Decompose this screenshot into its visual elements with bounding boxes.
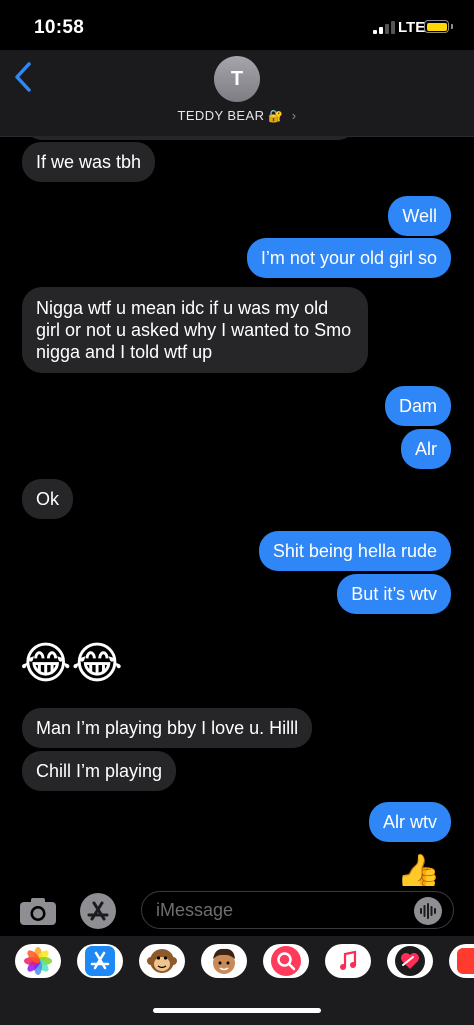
message-bubble-outgoing[interactable]: Alr wtv xyxy=(369,802,451,842)
message-bubble-incoming[interactable]: If we was tbh xyxy=(22,142,156,182)
partial-message-bubble xyxy=(24,136,356,140)
digital-touch-icon xyxy=(395,946,425,976)
battery-icon xyxy=(424,20,453,33)
audio-message-button[interactable] xyxy=(414,897,442,925)
status-time: 10:58 xyxy=(34,17,85,38)
message-bubble-incoming[interactable]: Man I’m playing bby I love u. Hilll xyxy=(22,708,313,748)
message-bubble-outgoing[interactable]: But it’s wtv xyxy=(337,574,451,614)
camera-icon xyxy=(20,898,56,925)
monkey-animoji-icon xyxy=(147,949,177,973)
message-bubble-outgoing[interactable]: Well xyxy=(388,196,451,236)
more-app-icon xyxy=(457,948,474,974)
music-icon xyxy=(333,946,363,976)
images-search-icon xyxy=(271,946,301,976)
message-bubble-outgoing[interactable]: Dam xyxy=(384,386,451,426)
conversation-header: T TEDDY BEAR 🔐 › xyxy=(0,50,474,137)
message-bubble-incoming[interactable]: Nigga wtf u mean idc if u was my old gir… xyxy=(22,287,368,373)
message-bubble-outgoing[interactable]: Alr xyxy=(401,429,451,469)
chevron-left-icon xyxy=(15,62,31,92)
message-input[interactable] xyxy=(141,891,454,929)
contact-name-row[interactable]: TEDDY BEAR 🔐 › xyxy=(0,108,474,123)
waveform-icon xyxy=(420,903,436,919)
more-app-button[interactable] xyxy=(449,944,474,978)
app-store-icon xyxy=(85,946,115,976)
emoji-message[interactable]: 😂😂 xyxy=(20,639,123,689)
animoji-button[interactable] xyxy=(139,944,185,978)
back-button[interactable] xyxy=(12,60,36,94)
message-bubble-outgoing[interactable]: Shit being hella rude xyxy=(258,531,451,571)
photos-icon xyxy=(24,947,52,975)
network-type: LTE xyxy=(398,19,426,36)
memoji-icon xyxy=(213,948,235,974)
message-thread[interactable]: If we was tbh Well I’m not your old girl… xyxy=(0,136,474,888)
app-store-drawer-button[interactable] xyxy=(77,944,123,978)
message-bubble-incoming[interactable]: Chill I’m playing xyxy=(22,751,177,791)
home-indicator[interactable] xyxy=(153,1008,321,1013)
app-store-icon xyxy=(87,901,109,921)
digital-touch-button[interactable] xyxy=(387,944,433,978)
photos-app-button[interactable] xyxy=(15,944,61,978)
message-bubble-incoming[interactable]: Ok xyxy=(22,479,74,519)
images-search-button[interactable] xyxy=(263,944,309,978)
message-input-bar xyxy=(0,886,474,936)
cellular-signal-icon xyxy=(373,20,395,34)
camera-button[interactable] xyxy=(19,896,57,926)
contact-name: TEDDY BEAR xyxy=(177,108,265,123)
tapback-reaction[interactable]: 👍 xyxy=(396,848,441,888)
music-app-button[interactable] xyxy=(325,944,371,978)
app-store-button[interactable] xyxy=(80,893,116,929)
memoji-button[interactable] xyxy=(201,944,247,978)
lock-key-emoji: 🔐 xyxy=(268,109,284,123)
chevron-right-icon: › xyxy=(291,108,297,123)
status-bar: 10:58 LTE xyxy=(0,0,474,50)
contact-avatar[interactable]: T xyxy=(214,56,260,102)
message-bubble-outgoing[interactable]: I’m not your old girl so xyxy=(246,238,451,278)
